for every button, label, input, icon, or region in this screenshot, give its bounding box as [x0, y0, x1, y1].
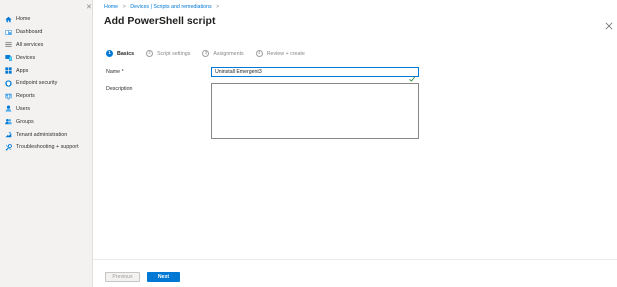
step-label: Script settings: [157, 50, 191, 57]
next-button[interactable]: Next: [147, 272, 180, 282]
tab-script-settings[interactable]: 2 Script settings: [146, 50, 190, 57]
sidebar-item-dashboard[interactable]: Dashboard: [0, 26, 93, 39]
sidebar-item-apps[interactable]: Apps: [0, 64, 93, 77]
sidebar-item-label: Endpoint security: [16, 80, 58, 87]
sidebar-item-label: Tenant administration: [16, 131, 68, 138]
sidebar-item-label: Groups: [16, 118, 34, 125]
sidebar-item-label: Reports: [16, 93, 35, 100]
step-label: Review + create: [266, 50, 305, 57]
breadcrumb: Home > Devices | Scripts and remediation…: [104, 4, 222, 10]
sidebar-item-reports[interactable]: Reports: [0, 90, 93, 103]
sidebar-item-all-services[interactable]: All services: [0, 39, 93, 52]
breadcrumb-scripts-link[interactable]: Devices | Scripts and remediations: [130, 4, 211, 10]
tab-review-create[interactable]: 4 Review + create: [255, 50, 305, 57]
sidebar-item-troubleshooting-support[interactable]: Troubleshooting + support: [0, 141, 93, 154]
step-number-badge: 1: [106, 50, 113, 57]
step-number-badge: 3: [202, 50, 210, 57]
sidebar-item-home[interactable]: Home: [0, 13, 93, 26]
users-icon: [5, 105, 12, 113]
name-field-value: Uninstall Emergent3: [215, 69, 262, 75]
description-field[interactable]: [211, 83, 419, 139]
sidebar-item-label: Users: [16, 105, 31, 112]
sidebar-item-label: Dashboard: [16, 29, 43, 36]
previous-button[interactable]: Previous: [105, 272, 140, 282]
wizard-steps: 1 Basics 2 Script settings 3 Assignments…: [106, 50, 317, 57]
home-icon: [5, 16, 12, 23]
sidebar-item-label: Devices: [16, 54, 36, 61]
step-number-badge: 2: [146, 50, 154, 57]
sidebar-item-users[interactable]: Users: [0, 103, 93, 116]
endpoint-security-icon: [5, 80, 12, 87]
step-number-badge: 4: [255, 50, 263, 57]
reports-icon: [5, 93, 12, 100]
sidebar-item-endpoint-security[interactable]: Endpoint security: [0, 77, 93, 90]
breadcrumb-home-link[interactable]: Home: [104, 4, 118, 10]
sidebar-item-tenant-administration[interactable]: Tenant administration: [0, 128, 93, 141]
checkmark-icon: [409, 69, 416, 82]
troubleshooting-icon: [5, 143, 12, 151]
sidebar-item-groups[interactable]: Groups: [0, 115, 93, 128]
name-field[interactable]: Uninstall Emergent3: [211, 67, 419, 77]
page-title: Add PowerShell script: [104, 15, 216, 27]
groups-icon: [5, 118, 12, 125]
sidebar-item-label: Home: [16, 16, 31, 23]
sidebar-item-label: All services: [16, 41, 44, 48]
all-services-icon: [5, 41, 12, 48]
sidebar-item-label: Apps: [16, 67, 29, 74]
collapse-sidebar-icon[interactable]: ✕: [86, 4, 92, 11]
step-label: Assignments: [213, 50, 244, 57]
tenant-admin-icon: [5, 131, 12, 138]
more-options-icon[interactable]: ···: [200, 17, 209, 24]
sidebar: ✕ Home Dashboard All services Devices Ap…: [0, 0, 93, 287]
dashboard-icon: [5, 29, 12, 36]
tab-assignments[interactable]: 3 Assignments: [202, 50, 244, 57]
name-label: Name *: [106, 69, 124, 75]
sidebar-item-devices[interactable]: Devices: [0, 51, 93, 64]
tab-basics[interactable]: 1 Basics: [106, 50, 134, 57]
apps-icon: [5, 67, 12, 74]
sidebar-item-label: Troubleshooting + support: [16, 144, 79, 151]
step-label: Basics: [117, 50, 135, 57]
devices-icon: [5, 54, 12, 62]
breadcrumb-separator: >: [216, 4, 220, 10]
description-label: Description: [106, 86, 133, 92]
sidebar-nav: Home Dashboard All services Devices Apps: [0, 13, 93, 154]
close-icon[interactable]: [605, 17, 613, 30]
breadcrumb-separator: >: [122, 4, 126, 10]
footer-bar: Previous Next: [93, 259, 617, 287]
